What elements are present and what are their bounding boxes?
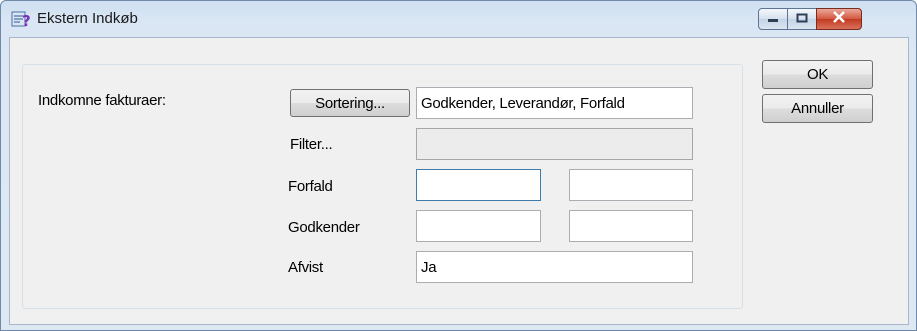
sort-field[interactable]: Godkender, Leverandør, Forfald — [416, 87, 693, 119]
window-title: Ekstern Indkøb — [37, 10, 138, 27]
app-icon: ? — [11, 9, 33, 30]
minimize-icon — [767, 10, 779, 28]
sort-button[interactable]: Sortering... — [290, 89, 410, 117]
svg-text:?: ? — [22, 12, 31, 29]
ok-button[interactable]: OK — [762, 60, 873, 89]
close-button[interactable] — [816, 8, 862, 30]
filter-label: Filter... — [290, 136, 333, 153]
minimize-button[interactable] — [758, 8, 788, 30]
approver-label: Godkender — [288, 219, 360, 236]
close-icon — [832, 10, 846, 28]
filter-field[interactable] — [416, 128, 693, 160]
due-date-to-field[interactable] — [569, 169, 693, 201]
approver-to-field[interactable] — [569, 210, 693, 242]
dialog-window: ? Ekstern Indkøb Indkomne fakturaer: Sor… — [0, 0, 917, 331]
title-bar[interactable]: ? Ekstern Indkøb — [1, 1, 916, 37]
maximize-button[interactable] — [787, 8, 817, 30]
approver-from-field[interactable] — [416, 210, 541, 242]
due-date-from-field[interactable] — [416, 169, 541, 201]
maximize-icon — [796, 10, 808, 28]
incoming-invoices-label: Indkomne fakturaer: — [38, 92, 166, 109]
rejected-label: Afvist — [288, 259, 323, 276]
rejected-field[interactable]: Ja — [416, 251, 693, 283]
due-date-label: Forfald — [288, 178, 333, 195]
dialog-content: Indkomne fakturaer: Sortering... Godkend… — [9, 37, 909, 325]
cancel-button[interactable]: Annuller — [762, 94, 873, 123]
